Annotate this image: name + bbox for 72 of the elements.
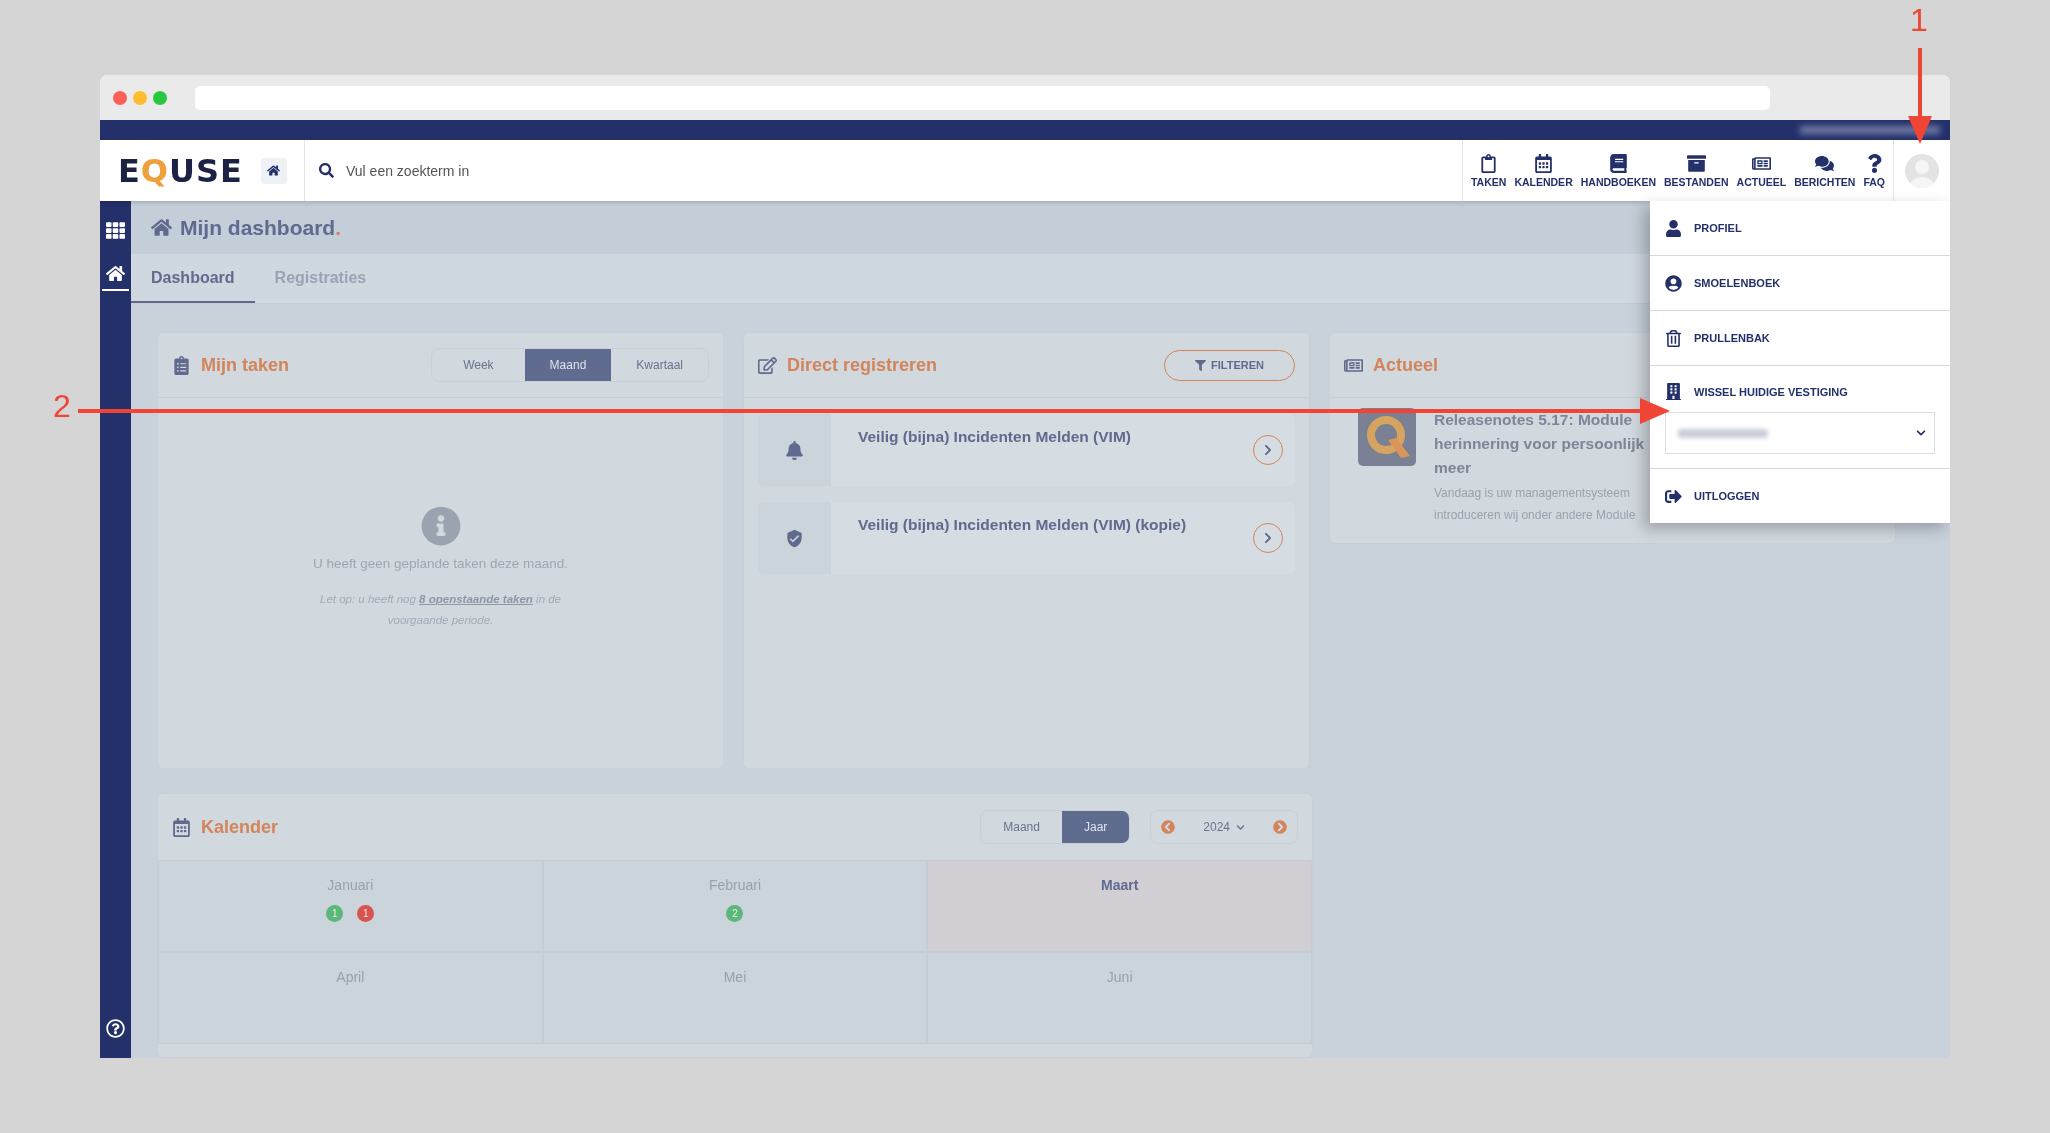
annotation-number: 1	[1910, 2, 1928, 39]
filter-icon	[1195, 359, 1207, 371]
menu-item[interactable]: UITLOGGEN	[1665, 487, 1935, 505]
annotation-number: 2	[53, 388, 71, 425]
chevron-down-icon	[1916, 428, 1926, 438]
period-toggle[interactable]: Kwartaal	[611, 349, 708, 381]
home-button[interactable]	[260, 157, 287, 184]
menu-item[interactable]: PROFIEL	[1665, 219, 1935, 237]
window-minimize-button[interactable]	[133, 90, 147, 105]
card-title: Direct registreren	[787, 354, 939, 376]
nav-item[interactable]: FAQ	[1859, 140, 1889, 201]
card-title: Kalender	[201, 816, 280, 838]
register-item[interactable]: Veilig (bijna) Incidenten Melden (VIM)	[758, 414, 1295, 486]
menu-item[interactable]: SMOELENBOEK	[1665, 274, 1935, 292]
nav-item[interactable]: KALENDER	[1510, 140, 1577, 201]
shield-check-icon	[785, 528, 804, 548]
period-toggle[interactable]: Week	[432, 349, 525, 381]
calendar-icon	[172, 817, 191, 837]
nav-item[interactable]: BESTANDEN	[1660, 140, 1733, 201]
chevron-down-icon	[1236, 822, 1245, 832]
count-badge: 1	[357, 905, 375, 922]
chevron-right-icon	[1262, 532, 1274, 544]
previous-year-icon[interactable]	[1161, 820, 1176, 834]
chat-bubbles-icon	[1815, 153, 1835, 173]
page-title: Mijn dashboard.	[180, 215, 342, 240]
news-title[interactable]: herinnering voor persoonlijk	[1434, 432, 1645, 456]
calendar-icon	[1534, 153, 1554, 173]
book-icon	[1608, 153, 1628, 173]
nav-item[interactable]: TAKEN	[1467, 140, 1511, 201]
news-title[interactable]: Releasenotes 5.17: Module	[1434, 408, 1645, 432]
count-badge: 1	[326, 905, 344, 922]
clipboard-icon	[172, 355, 191, 375]
menu-item[interactable]: WISSEL HUIDIGE VESTIGING	[1665, 383, 1935, 400]
view-toggle[interactable]: Maand	[981, 811, 1062, 843]
nav-item[interactable]: ACTUEEL	[1732, 140, 1791, 201]
register-item-label: Veilig (bijna) Incidenten Melden (VIM) (kopie)	[857, 515, 1188, 535]
nav-item[interactable]: BERICHTEN	[1790, 140, 1860, 201]
window-zoom-button[interactable]	[153, 90, 167, 105]
home-icon	[151, 217, 172, 238]
search-icon	[319, 163, 334, 178]
month-name: Maart	[1100, 877, 1139, 893]
person-icon	[1665, 219, 1682, 237]
month-cell[interactable]: Maart	[927, 860, 1312, 952]
bell-icon	[785, 440, 804, 460]
card-title: Mijn taken	[201, 354, 290, 376]
building-icon	[1665, 383, 1682, 400]
window-close-button[interactable]	[113, 90, 127, 105]
news-title[interactable]: meer	[1434, 456, 1645, 480]
register-item-label: Veilig (bijna) Incidenten Melden (VIM)	[857, 427, 1132, 447]
trash-icon	[1665, 329, 1682, 347]
period-toggle[interactable]: Maand	[524, 349, 612, 381]
view-toggle[interactable]: Jaar	[1061, 811, 1130, 843]
logo: EQUSE	[118, 151, 243, 190]
nav-item[interactable]: HANDBOEKEN	[1576, 140, 1660, 201]
tab[interactable]: Dashboard	[131, 254, 255, 303]
archive-box-icon	[1686, 153, 1706, 173]
branch-select[interactable]	[1665, 412, 1935, 454]
count-badge: 2	[726, 905, 744, 922]
info-icon	[420, 505, 461, 546]
next-year-icon[interactable]	[1273, 820, 1287, 834]
register-item[interactable]: Veilig (bijna) Incidenten Melden (VIM) (kopie)	[758, 502, 1295, 574]
avatar-icon[interactable]	[1905, 153, 1939, 188]
year-select[interactable]: 2024	[1193, 820, 1255, 834]
menu-item[interactable]: PRULLENBAK	[1665, 329, 1935, 347]
logout-icon	[1665, 487, 1682, 505]
home-icon	[267, 164, 281, 177]
home-icon[interactable]	[102, 264, 129, 291]
chevron-right-icon	[1262, 444, 1274, 456]
clipboard-icon	[1479, 153, 1499, 173]
edit-icon	[758, 355, 777, 375]
open-tasks-link[interactable]: 8 openstaande taken	[419, 592, 533, 605]
card-title: Actueel	[1373, 354, 1440, 376]
